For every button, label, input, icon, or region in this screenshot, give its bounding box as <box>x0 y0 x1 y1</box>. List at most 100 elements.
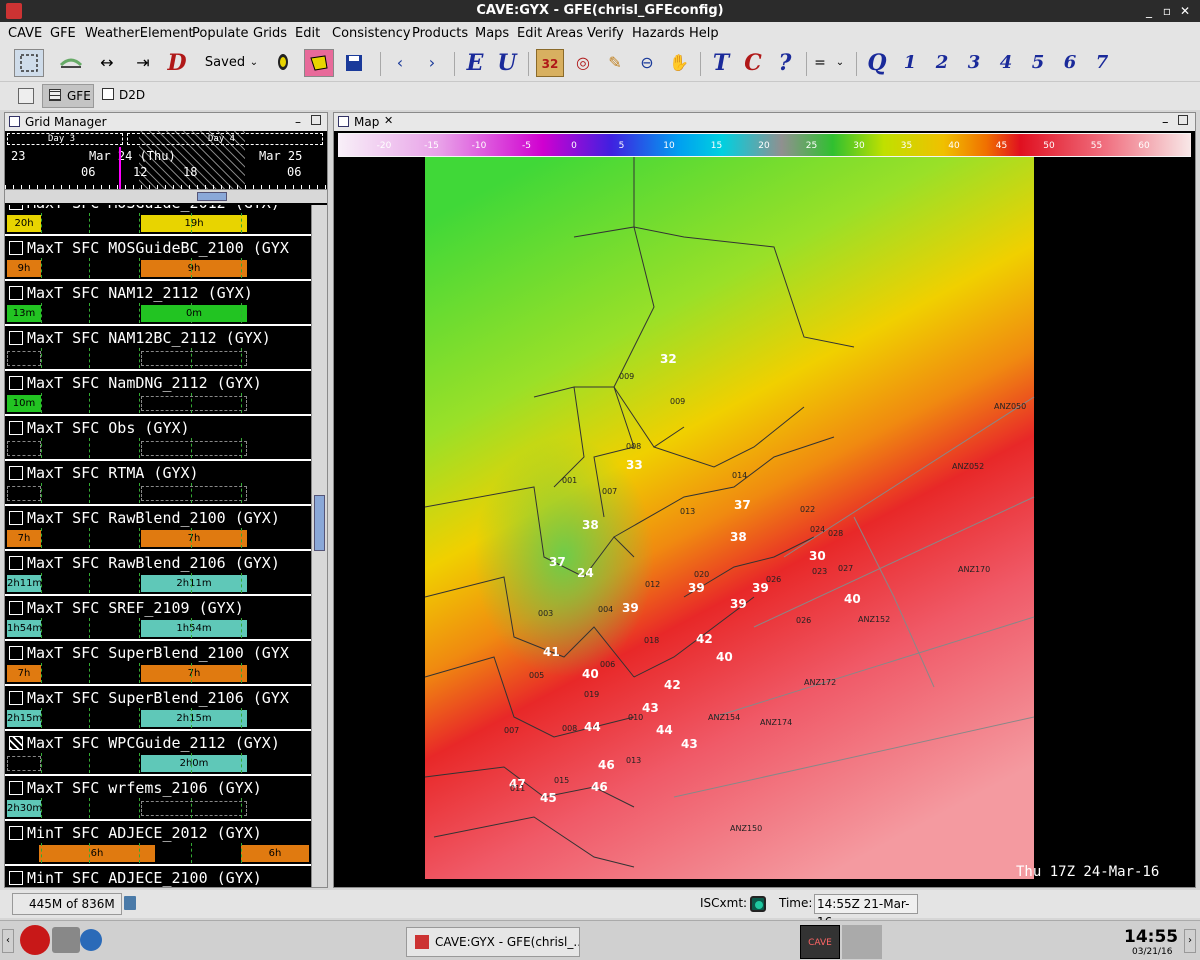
grid-row-checkbox[interactable] <box>9 331 23 345</box>
grid-row[interactable]: MaxT SFC Obs (GYX) <box>5 416 311 461</box>
perspective-gfe[interactable]: GFE <box>42 84 94 108</box>
map-canvas[interactable]: 3233383724373839 393939304041404240424344… <box>334 157 1195 887</box>
scrollbar-thumb[interactable] <box>197 192 227 201</box>
grid-row[interactable]: MaxT SFC NAM12_2112 (GYX) 13m 0m <box>5 281 311 326</box>
workspace-thumbnail[interactable]: CAVE <box>800 925 840 959</box>
grid-row[interactable]: MinT SFC ADJECE_2100 (GYX) <box>5 866 311 887</box>
open-perspective-icon[interactable] <box>18 88 34 104</box>
taskbar-left-arrow[interactable]: ‹ <box>2 929 14 953</box>
highlight-icon[interactable] <box>270 49 296 77</box>
menu-edit[interactable]: Edit <box>295 26 320 41</box>
workspace-3[interactable]: 3 <box>962 49 986 77</box>
grid-row[interactable]: MaxT SFC wrfems_2106 (GYX) 2h30m <box>5 776 311 821</box>
grid-row-checkbox[interactable] <box>9 241 23 255</box>
grid-row[interactable]: MinT SFC ADJECE_2012 (GYX) 6h 6h <box>5 821 311 866</box>
workspace-7[interactable]: 7 <box>1090 49 1114 77</box>
sample-icon[interactable] <box>58 49 84 77</box>
grid-box[interactable]: 13m <box>7 305 41 322</box>
chevron-down-icon[interactable]: ⌄ <box>834 49 846 77</box>
taskbar-app-button[interactable]: CAVE:GYX - GFE(chrisl_... <box>406 927 580 957</box>
menu-maps[interactable]: Maps <box>475 26 509 41</box>
t-button[interactable]: T <box>708 49 734 77</box>
step-back-icon[interactable]: ‹ <box>390 49 410 77</box>
interpolate-icon[interactable]: ⊖ <box>634 49 660 77</box>
grid-row[interactable]: MaxT SFC NAM12BC_2112 (GYX) <box>5 326 311 371</box>
grid-row-checkbox[interactable] <box>9 556 23 570</box>
workspace-4[interactable]: 4 <box>994 49 1018 77</box>
workspace-2[interactable]: 2 <box>930 49 954 77</box>
grid-box[interactable]: 7h <box>141 665 247 682</box>
grid-row[interactable]: MaxT SFC SuperBlend_2106 (GYX 2h15m 2h15m <box>5 686 311 731</box>
grid-box[interactable]: 0m <box>141 305 247 322</box>
grid-box[interactable]: 9h <box>141 260 247 277</box>
grid-box[interactable]: 2h11m <box>7 575 42 592</box>
grid-box[interactable]: 2h30m <box>7 800 42 817</box>
equal-selector[interactable]: = <box>812 49 828 77</box>
timeline-scrollbar[interactable] <box>5 189 327 203</box>
trash-icon[interactable] <box>124 896 136 910</box>
menu-populate[interactable]: Populate <box>192 26 249 41</box>
grid-box[interactable]: 19h <box>141 215 247 232</box>
grid-box[interactable]: 6h <box>39 845 155 862</box>
grid-manager-tab[interactable]: Grid Manager – <box>5 113 327 131</box>
menu-hazards[interactable]: Hazards <box>632 26 685 41</box>
grid-box[interactable]: 2h15m <box>141 710 247 727</box>
workspace-thumbnail-2[interactable] <box>842 925 882 959</box>
menu-verify[interactable]: Verify <box>587 26 624 41</box>
grid-row[interactable]: MaxT SFC MOSGuide_2012 (GYX) 20h 19h <box>5 205 311 236</box>
grid-box[interactable]: 6h <box>241 845 309 862</box>
menu-weatherelement[interactable]: WeatherElement <box>85 26 194 41</box>
close-button[interactable]: ✕ <box>1176 2 1194 20</box>
contract-icon[interactable]: ⇥ <box>130 49 156 77</box>
menu-gfe[interactable]: GFE <box>50 26 76 41</box>
edit-tool-icon[interactable] <box>304 49 334 77</box>
paintbrush-icon[interactable]: ✎ <box>602 49 628 77</box>
close-tab-icon[interactable]: ✕ <box>384 114 393 127</box>
grid-box-empty[interactable] <box>141 351 247 366</box>
smart-tool-badge[interactable]: 32 <box>536 49 564 77</box>
e-button[interactable]: E <box>462 49 488 77</box>
grid-box[interactable]: 2h0m <box>141 755 247 772</box>
grid-row-checkbox[interactable] <box>9 601 23 615</box>
redhat-icon[interactable] <box>20 925 50 955</box>
grid-box[interactable]: 10m <box>7 395 41 412</box>
grid-row-checkbox[interactable] <box>9 871 23 885</box>
grid-row[interactable]: MaxT SFC WPCGuide_2112 (GYX) 2h0m <box>5 731 311 776</box>
grid-row[interactable]: MaxT SFC NamDNG_2112 (GYX) 10m <box>5 371 311 416</box>
menu-edit-areas[interactable]: Edit Areas <box>517 26 583 41</box>
step-forward-icon[interactable]: › <box>422 49 442 77</box>
grid-box-empty[interactable] <box>141 396 247 411</box>
d-button[interactable]: D <box>164 49 190 77</box>
grid-list-scrollbar[interactable] <box>311 205 327 887</box>
saved-selector[interactable]: Saved <box>204 49 246 77</box>
grid-row-checkbox[interactable] <box>9 376 23 390</box>
save-icon[interactable] <box>342 49 366 77</box>
menu-cave[interactable]: CAVE <box>8 26 42 41</box>
grid-box[interactable]: 1h54m <box>141 620 247 637</box>
grid-row-checkbox[interactable] <box>9 736 23 750</box>
grid-row-checkbox[interactable] <box>9 826 23 840</box>
grid-box[interactable]: 7h <box>141 530 247 547</box>
grid-row-checkbox[interactable] <box>9 691 23 705</box>
grid-row[interactable]: MaxT SFC RawBlend_2100 (GYX) 7h 7h <box>5 506 311 551</box>
minimize-view-icon[interactable]: – <box>1162 115 1169 130</box>
grid-row[interactable]: MaxT SFC SREF_2109 (GYX) 1h54m 1h54m <box>5 596 311 641</box>
grid-box[interactable]: 7h <box>7 530 41 547</box>
menu-products[interactable]: Products <box>412 26 468 41</box>
awips-icon[interactable] <box>52 927 80 953</box>
globe-icon[interactable] <box>80 929 102 951</box>
target-icon[interactable]: ◎ <box>570 49 596 77</box>
grid-row-checkbox[interactable] <box>9 646 23 660</box>
grid-box[interactable]: 7h <box>7 665 41 682</box>
q-button[interactable]: Q <box>864 49 890 77</box>
workspace-5[interactable]: 5 <box>1026 49 1050 77</box>
workspace-1[interactable]: 1 <box>898 49 922 77</box>
grid-row-checkbox[interactable] <box>9 421 23 435</box>
chevron-down-icon[interactable]: ⌄ <box>248 49 260 77</box>
u-button[interactable]: U <box>494 49 520 77</box>
grid-box-empty[interactable] <box>7 351 41 366</box>
scrollbar-thumb[interactable] <box>314 495 325 551</box>
grid-box-empty[interactable] <box>141 801 247 816</box>
grid-row-checkbox[interactable] <box>9 781 23 795</box>
menu-consistency[interactable]: Consistency <box>332 26 411 41</box>
